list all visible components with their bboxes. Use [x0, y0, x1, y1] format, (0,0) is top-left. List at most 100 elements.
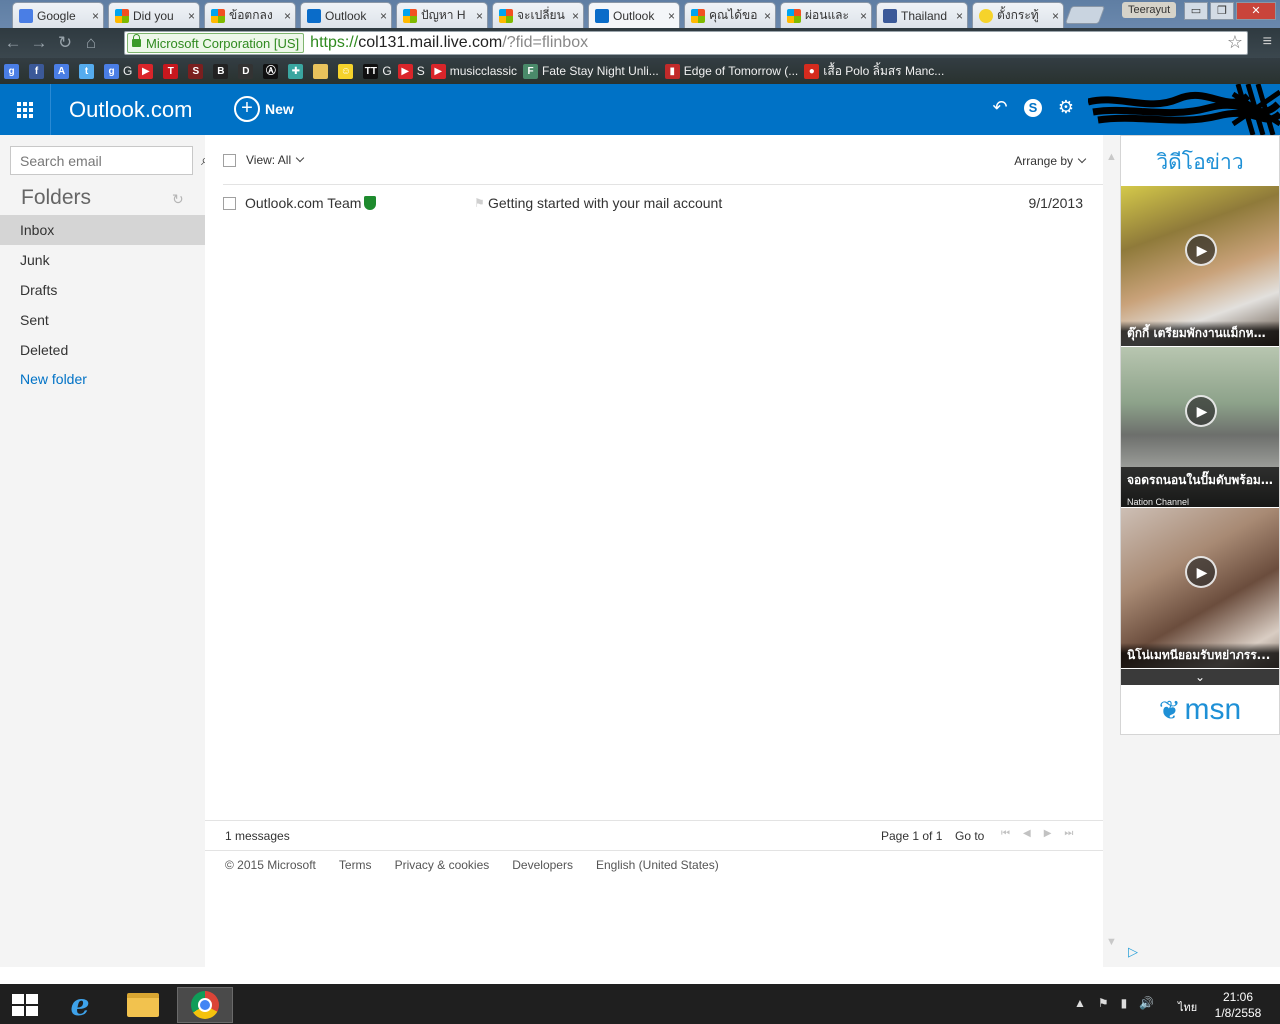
- folder-deleted[interactable]: Deleted: [0, 335, 205, 365]
- tab-close-icon[interactable]: ×: [92, 9, 99, 23]
- tab-close-icon[interactable]: ×: [668, 9, 675, 23]
- bookmark-item[interactable]: [313, 63, 332, 79]
- previous-page-icon[interactable]: ◀: [1023, 828, 1031, 839]
- input-language[interactable]: ไทย: [1178, 998, 1197, 1016]
- new-message-button[interactable]: + New: [234, 96, 294, 122]
- browser-tab[interactable]: ข้อตกลง ×: [204, 2, 296, 28]
- view-filter-dropdown[interactable]: View: All: [246, 153, 291, 167]
- browser-tab[interactable]: Outlook ×: [300, 2, 392, 28]
- new-tab-button[interactable]: [1064, 6, 1106, 24]
- first-page-icon[interactable]: ⏮: [1001, 828, 1010, 839]
- tab-close-icon[interactable]: ×: [860, 9, 867, 23]
- show-hidden-icons[interactable]: ▲: [1074, 996, 1086, 1010]
- browser-tab[interactable]: ปัญหา H ×: [396, 2, 488, 28]
- url-text[interactable]: https://col131.mail.live.com/?fid=flinbo…: [310, 34, 588, 52]
- footer-link-language[interactable]: English (United States): [596, 858, 719, 872]
- video-card[interactable]: ▶ ตุ๊กกี้ เตรียมพักงานแม็กหม...: [1121, 186, 1279, 346]
- bookmark-item[interactable]: t: [79, 63, 98, 79]
- close-window-button[interactable]: ✕: [1236, 2, 1276, 20]
- message-row[interactable]: Outlook.com Team ⚑ Getting started with …: [223, 190, 1085, 216]
- bookmark-item[interactable]: Ⓐ: [263, 63, 282, 79]
- home-button[interactable]: ⌂: [78, 33, 104, 53]
- search-input[interactable]: [11, 147, 201, 174]
- tab-close-icon[interactable]: ×: [572, 9, 579, 23]
- rail-scrollbar[interactable]: ▲ ▼: [1103, 135, 1120, 967]
- bookmark-item[interactable]: ▶ musicclassic: [430, 63, 517, 79]
- select-all-checkbox[interactable]: [223, 153, 236, 167]
- browser-tab[interactable]: ตั้งกระทู้ ×: [972, 2, 1064, 28]
- folder-junk[interactable]: Junk: [0, 245, 205, 275]
- go-to-page[interactable]: Go to: [955, 829, 984, 843]
- bookmark-item[interactable]: ✚: [288, 63, 307, 79]
- footer-link-privacy[interactable]: Privacy & cookies: [395, 858, 490, 872]
- folder-inbox[interactable]: Inbox: [0, 215, 205, 245]
- outlook-brand[interactable]: Outlook.com: [69, 97, 193, 123]
- message-checkbox[interactable]: [223, 196, 236, 210]
- bookmark-item[interactable]: B: [213, 63, 232, 79]
- redacted-account-scribble[interactable]: [1088, 84, 1280, 135]
- footer-link-terms[interactable]: Terms: [339, 858, 372, 872]
- play-icon[interactable]: ▶: [1185, 234, 1217, 266]
- next-page-icon[interactable]: ▶: [1044, 828, 1052, 839]
- skype-icon[interactable]: S: [1024, 99, 1042, 117]
- flag-icon[interactable]: ⚑: [474, 196, 486, 210]
- bookmark-item[interactable]: ▶: [138, 63, 157, 79]
- arrange-by-dropdown[interactable]: Arrange by: [1014, 154, 1087, 168]
- browser-tab[interactable]: คุณได้ขอ ×: [684, 2, 776, 28]
- tab-close-icon[interactable]: ×: [284, 9, 291, 23]
- bookmark-item[interactable]: f: [29, 63, 48, 79]
- chrome-menu-icon[interactable]: ≡: [1263, 34, 1272, 50]
- tab-close-icon[interactable]: ×: [188, 9, 195, 23]
- taskbar-chrome[interactable]: [177, 987, 233, 1023]
- profile-button[interactable]: Teerayut: [1122, 2, 1177, 18]
- volume-icon[interactable]: 🔊: [1139, 996, 1154, 1010]
- settings-gear-icon[interactable]: ⚙: [1056, 97, 1076, 119]
- bookmark-item[interactable]: ● เสื้อ Polo ลิ้มสร Manc...: [804, 62, 944, 81]
- scroll-down-icon[interactable]: ▼: [1106, 936, 1117, 948]
- msn-logo[interactable]: ❦ msn: [1121, 685, 1279, 735]
- bookmark-item[interactable]: A: [54, 63, 73, 79]
- tab-close-icon[interactable]: ×: [1052, 9, 1059, 23]
- bookmark-item[interactable]: ▶ S: [397, 63, 425, 79]
- action-center-flag-icon[interactable]: ⚑: [1098, 996, 1109, 1010]
- address-bar[interactable]: Microsoft Corporation [US] https://col13…: [124, 31, 1248, 55]
- bookmark-item[interactable]: T: [163, 63, 182, 79]
- bookmark-item[interactable]: TT G: [363, 63, 392, 79]
- folder-drafts[interactable]: Drafts: [0, 275, 205, 305]
- tab-close-icon[interactable]: ×: [476, 9, 483, 23]
- browser-tab[interactable]: ผ่อนและ ×: [780, 2, 872, 28]
- play-icon[interactable]: ▶: [1185, 395, 1217, 427]
- minimize-button[interactable]: ▭: [1184, 2, 1208, 20]
- new-folder-link[interactable]: New folder: [20, 371, 87, 387]
- taskbar-internet-explorer[interactable]: e: [52, 987, 108, 1023]
- maximize-button[interactable]: ❐: [1210, 2, 1234, 20]
- tab-close-icon[interactable]: ×: [764, 9, 771, 23]
- ev-certificate-badge[interactable]: Microsoft Corporation [US]: [127, 33, 305, 53]
- folder-sent[interactable]: Sent: [0, 305, 205, 335]
- scroll-up-icon[interactable]: ▲: [1106, 151, 1117, 163]
- browser-tab[interactable]: จะเปลี่ยน ×: [492, 2, 584, 28]
- video-card[interactable]: ▶ นิโน่เมทนียอมรับหย่าภรร...: [1121, 508, 1279, 668]
- undo-icon[interactable]: ↶: [990, 97, 1010, 119]
- taskbar-file-explorer[interactable]: [115, 987, 171, 1023]
- forward-button[interactable]: →: [26, 33, 52, 53]
- last-page-icon[interactable]: ⏭: [1064, 828, 1073, 839]
- browser-tab[interactable]: Outlook ×: [588, 2, 680, 28]
- bookmark-item[interactable]: g: [4, 63, 23, 79]
- bookmark-star-icon[interactable]: ☆: [1227, 32, 1243, 53]
- refresh-icon[interactable]: ↻: [172, 191, 184, 208]
- bookmark-item[interactable]: S: [188, 63, 207, 79]
- app-launcher-icon[interactable]: [0, 84, 51, 135]
- play-icon[interactable]: ▶: [1185, 556, 1217, 588]
- network-signal-icon[interactable]: ▮: [1121, 996, 1128, 1010]
- adchoices-icon[interactable]: ▷: [1128, 944, 1138, 960]
- windows-start-icon[interactable]: [12, 994, 38, 1016]
- back-button[interactable]: ←: [0, 33, 26, 53]
- footer-link-developers[interactable]: Developers: [512, 858, 573, 872]
- taskbar-clock[interactable]: 21:06 1/8/2558: [1208, 989, 1268, 1021]
- bookmark-item[interactable]: D: [238, 63, 257, 79]
- reload-button[interactable]: ↻: [52, 33, 78, 53]
- browser-tab[interactable]: Did you ×: [108, 2, 200, 28]
- tab-close-icon[interactable]: ×: [380, 9, 387, 23]
- tab-close-icon[interactable]: ×: [956, 9, 963, 23]
